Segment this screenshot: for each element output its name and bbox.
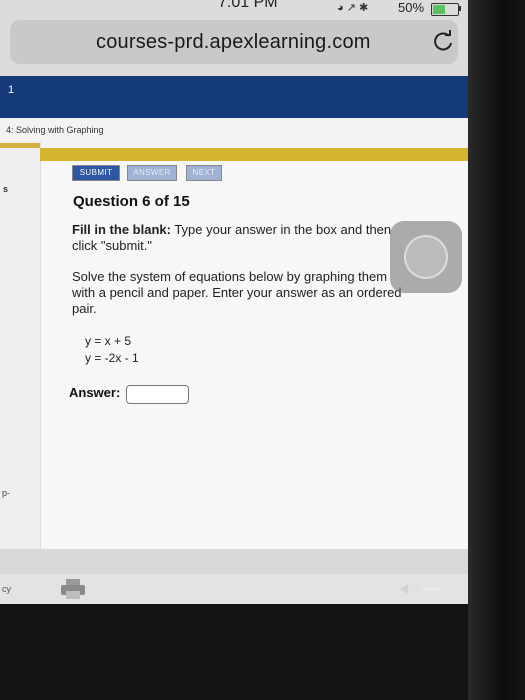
assistive-touch-button[interactable] [390, 221, 462, 293]
equation-2: y = -2x - 1 [85, 351, 139, 365]
gutter-item: p- [2, 488, 11, 498]
status-bar: 7:01 PM ◕ ↗ ✱ 50% [0, 0, 468, 18]
answer-label: Answer: [69, 385, 121, 400]
breadcrumb-text: 4: Solving with Graphing [6, 125, 104, 135]
device-bezel [468, 0, 525, 700]
equation-1: y = x + 5 [85, 334, 132, 348]
problem-text: Solve the system of equations below by g… [72, 269, 402, 316]
footer-text: cy [2, 584, 11, 594]
battery-tip [459, 6, 461, 11]
question-title: Question 6 of 15 [73, 193, 190, 210]
left-gutter [0, 142, 40, 582]
battery-level-fill [433, 5, 445, 14]
browser-address-area: courses-prd.apexlearning.com [0, 18, 468, 76]
url-text: courses-prd.apexlearning.com [96, 31, 371, 53]
gold-accent-bar [40, 148, 468, 161]
next-button[interactable]: NEXT [186, 165, 222, 181]
header-number: 1 [8, 84, 15, 96]
answer-button[interactable]: ANSWER [127, 165, 177, 181]
footer: cy [0, 574, 468, 604]
battery-percent: 50% [398, 0, 425, 15]
bottom-band [0, 549, 468, 574]
answer-input[interactable] [126, 385, 189, 404]
gold-accent-left [0, 143, 40, 148]
reload-icon[interactable] [430, 29, 456, 55]
site-header: 1 [0, 76, 468, 122]
battery-icon [431, 3, 459, 16]
device-screen: 7:01 PM ◕ ↗ ✱ 50% courses-prd.apexlearni… [0, 0, 468, 700]
status-time: 7:01 PM [218, 0, 278, 11]
gutter-item: s [3, 184, 9, 194]
bluetooth-icon: ◕ ↗ ✱ [337, 2, 369, 14]
navigation-arrows-icon[interactable] [398, 582, 458, 596]
question-panel: SUBMIT ANSWER NEXT Question 6 of 15 Fill… [41, 161, 468, 549]
instructions: Fill in the blank: Type your answer in t… [72, 222, 417, 254]
assistive-touch-icon [404, 235, 448, 279]
instruction-label: Fill in the blank: [72, 222, 171, 237]
screen-bottom-dark [0, 604, 468, 700]
breadcrumb: 4: Solving with Graphing [0, 118, 468, 148]
url-field[interactable]: courses-prd.apexlearning.com [10, 20, 458, 64]
submit-button[interactable]: SUBMIT [72, 165, 120, 181]
print-icon[interactable] [60, 578, 86, 600]
